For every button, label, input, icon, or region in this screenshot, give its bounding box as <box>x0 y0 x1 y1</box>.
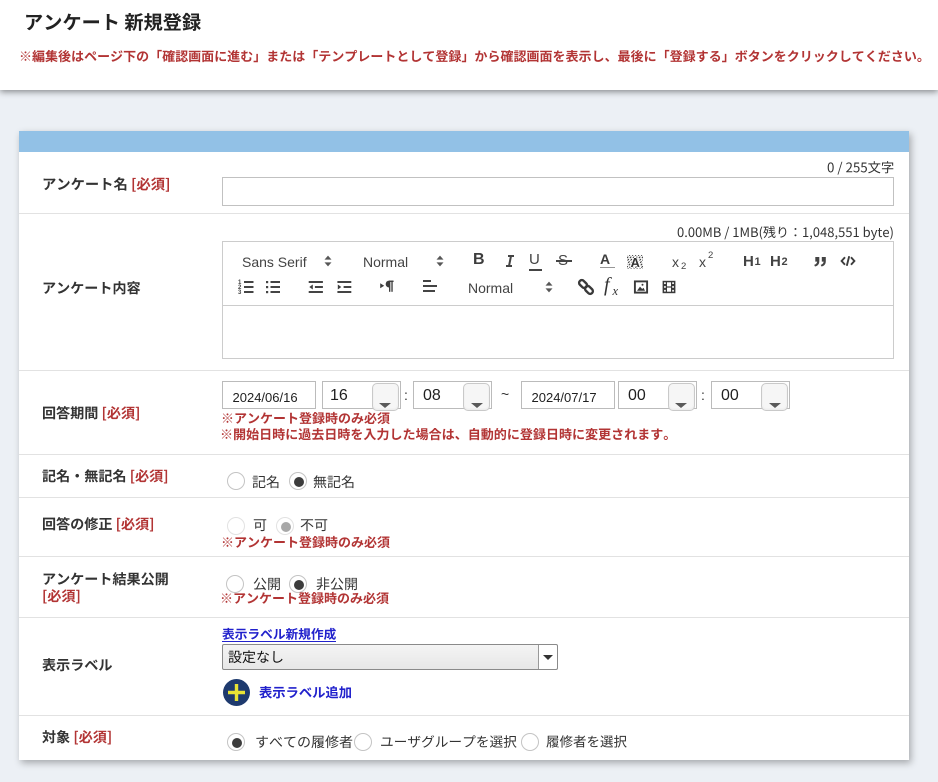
svg-text:3: 3 <box>238 290 242 296</box>
